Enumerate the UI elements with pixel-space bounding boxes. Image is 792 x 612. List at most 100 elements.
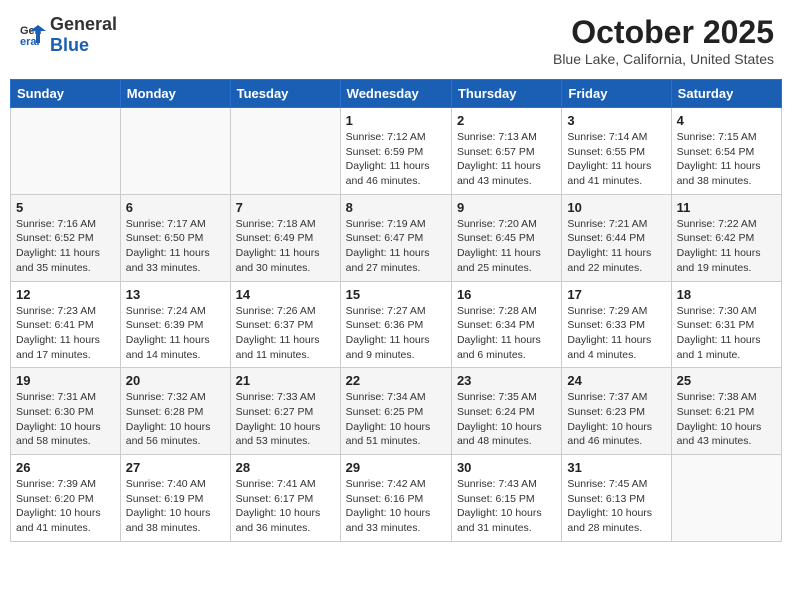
logo: Gen eral General Blue (18, 14, 117, 56)
day-cell: 28 Sunrise: 7:41 AM Sunset: 6:17 PM Dayli… (230, 455, 340, 542)
day-number: 5 (16, 200, 115, 215)
day-cell: 11 Sunrise: 7:22 AM Sunset: 6:42 PM Dayli… (671, 194, 781, 281)
day-info: Sunrise: 7:42 AM Sunset: 6:16 PM Dayligh… (346, 477, 446, 536)
day-info: Sunrise: 7:29 AM Sunset: 6:33 PM Dayligh… (567, 304, 665, 363)
day-cell: 7Sunrise: 7:18 AM Sunset: 6:49 PM Daylig… (230, 194, 340, 281)
week-row-5: 26 Sunrise: 7:39 AM Sunset: 6:20 PM Dayli… (11, 455, 782, 542)
day-number: 18 (677, 287, 776, 302)
weekday-header-saturday: Saturday (671, 80, 781, 108)
title-block: October 2025 Blue Lake, California, Unit… (553, 14, 774, 67)
day-info: Sunrise: 7:27 AM Sunset: 6:36 PM Dayligh… (346, 304, 446, 363)
day-info: Sunrise: 7:30 AM Sunset: 6:31 PM Dayligh… (677, 304, 776, 363)
day-number: 11 (677, 200, 776, 215)
weekday-header-thursday: Thursday (451, 80, 561, 108)
week-row-2: 5 Sunrise: 7:16 AM Sunset: 6:52 PM Daylig… (11, 194, 782, 281)
weekday-header-tuesday: Tuesday (230, 80, 340, 108)
day-number: 15 (346, 287, 446, 302)
day-cell: 13 Sunrise: 7:24 AM Sunset: 6:39 PM Dayli… (120, 281, 230, 368)
day-number: 16 (457, 287, 556, 302)
day-number: 1 (346, 113, 446, 128)
day-cell: 30Sunrise: 7:43 AM Sunset: 6:15 PM Dayli… (451, 455, 561, 542)
location: Blue Lake, California, United States (553, 51, 774, 67)
weekday-header-sunday: Sunday (11, 80, 121, 108)
day-info: Sunrise: 7:41 AM Sunset: 6:17 PM Dayligh… (236, 477, 335, 536)
day-cell: 31Sunrise: 7:45 AM Sunset: 6:13 PM Dayli… (562, 455, 671, 542)
day-number: 31 (567, 460, 665, 475)
day-cell: 10 Sunrise: 7:21 AM Sunset: 6:44 PM Dayli… (562, 194, 671, 281)
day-cell: 17 Sunrise: 7:29 AM Sunset: 6:33 PM Dayli… (562, 281, 671, 368)
day-cell: 22Sunrise: 7:34 AM Sunset: 6:25 PM Dayli… (340, 368, 451, 455)
day-info: Sunrise: 7:16 AM Sunset: 6:52 PM Dayligh… (16, 217, 115, 276)
day-info: Sunrise: 7:26 AM Sunset: 6:37 PM Dayligh… (236, 304, 335, 363)
day-info: Sunrise: 7:24 AM Sunset: 6:39 PM Dayligh… (126, 304, 225, 363)
day-cell (120, 108, 230, 195)
day-number: 25 (677, 373, 776, 388)
day-number: 8 (346, 200, 446, 215)
day-number: 14 (236, 287, 335, 302)
day-cell: 9 Sunrise: 7:20 AM Sunset: 6:45 PM Daylig… (451, 194, 561, 281)
day-cell (11, 108, 121, 195)
day-info: Sunrise: 7:14 AM Sunset: 6:55 PM Dayligh… (567, 130, 665, 189)
day-cell: 15 Sunrise: 7:27 AM Sunset: 6:36 PM Dayli… (340, 281, 451, 368)
week-row-1: 1 Sunrise: 7:12 AM Sunset: 6:59 PM Daylig… (11, 108, 782, 195)
day-info: Sunrise: 7:15 AM Sunset: 6:54 PM Dayligh… (677, 130, 776, 189)
day-info: Sunrise: 7:21 AM Sunset: 6:44 PM Dayligh… (567, 217, 665, 276)
day-cell: 25 Sunrise: 7:38 AM Sunset: 6:21 PM Dayli… (671, 368, 781, 455)
day-number: 7 (236, 200, 335, 215)
day-info: Sunrise: 7:39 AM Sunset: 6:20 PM Dayligh… (16, 477, 115, 536)
week-row-3: 12Sunrise: 7:23 AM Sunset: 6:41 PM Dayli… (11, 281, 782, 368)
day-number: 23 (457, 373, 556, 388)
day-cell: 23Sunrise: 7:35 AM Sunset: 6:24 PM Dayli… (451, 368, 561, 455)
day-info: Sunrise: 7:23 AM Sunset: 6:41 PM Dayligh… (16, 304, 115, 363)
day-info: Sunrise: 7:40 AM Sunset: 6:19 PM Dayligh… (126, 477, 225, 536)
day-info: Sunrise: 7:34 AM Sunset: 6:25 PM Dayligh… (346, 390, 446, 449)
day-info: Sunrise: 7:37 AM Sunset: 6:23 PM Dayligh… (567, 390, 665, 449)
day-info: Sunrise: 7:13 AM Sunset: 6:57 PM Dayligh… (457, 130, 556, 189)
day-cell: 27 Sunrise: 7:40 AM Sunset: 6:19 PM Dayli… (120, 455, 230, 542)
month-title: October 2025 (553, 14, 774, 51)
day-number: 27 (126, 460, 225, 475)
day-cell: 8 Sunrise: 7:19 AM Sunset: 6:47 PM Daylig… (340, 194, 451, 281)
day-number: 9 (457, 200, 556, 215)
calendar-table: SundayMondayTuesdayWednesdayThursdayFrid… (10, 79, 782, 542)
day-info: Sunrise: 7:17 AM Sunset: 6:50 PM Dayligh… (126, 217, 225, 276)
day-info: Sunrise: 7:20 AM Sunset: 6:45 PM Dayligh… (457, 217, 556, 276)
day-cell: 6 Sunrise: 7:17 AM Sunset: 6:50 PM Daylig… (120, 194, 230, 281)
day-cell: 2 Sunrise: 7:13 AM Sunset: 6:57 PM Daylig… (451, 108, 561, 195)
day-number: 26 (16, 460, 115, 475)
day-number: 20 (126, 373, 225, 388)
day-cell: 4 Sunrise: 7:15 AM Sunset: 6:54 PM Daylig… (671, 108, 781, 195)
day-number: 2 (457, 113, 556, 128)
day-info: Sunrise: 7:32 AM Sunset: 6:28 PM Dayligh… (126, 390, 225, 449)
day-cell (230, 108, 340, 195)
day-info: Sunrise: 7:22 AM Sunset: 6:42 PM Dayligh… (677, 217, 776, 276)
day-number: 13 (126, 287, 225, 302)
weekday-header-wednesday: Wednesday (340, 80, 451, 108)
day-cell: 21Sunrise: 7:33 AM Sunset: 6:27 PM Dayli… (230, 368, 340, 455)
day-number: 3 (567, 113, 665, 128)
day-number: 10 (567, 200, 665, 215)
day-cell: 12Sunrise: 7:23 AM Sunset: 6:41 PM Dayli… (11, 281, 121, 368)
day-cell: 29Sunrise: 7:42 AM Sunset: 6:16 PM Dayli… (340, 455, 451, 542)
day-cell: 5 Sunrise: 7:16 AM Sunset: 6:52 PM Daylig… (11, 194, 121, 281)
day-cell: 14 Sunrise: 7:26 AM Sunset: 6:37 PM Dayli… (230, 281, 340, 368)
day-number: 17 (567, 287, 665, 302)
day-info: Sunrise: 7:38 AM Sunset: 6:21 PM Dayligh… (677, 390, 776, 449)
day-number: 28 (236, 460, 335, 475)
page-header: Gen eral General Blue October 2025 Blue … (10, 10, 782, 71)
day-cell: 20 Sunrise: 7:32 AM Sunset: 6:28 PM Dayli… (120, 368, 230, 455)
logo-icon: Gen eral (18, 21, 46, 49)
day-cell: 1 Sunrise: 7:12 AM Sunset: 6:59 PM Daylig… (340, 108, 451, 195)
day-info: Sunrise: 7:12 AM Sunset: 6:59 PM Dayligh… (346, 130, 446, 189)
weekday-header-monday: Monday (120, 80, 230, 108)
day-number: 24 (567, 373, 665, 388)
day-number: 6 (126, 200, 225, 215)
day-info: Sunrise: 7:19 AM Sunset: 6:47 PM Dayligh… (346, 217, 446, 276)
day-cell: 19Sunrise: 7:31 AM Sunset: 6:30 PM Dayli… (11, 368, 121, 455)
weekday-header-row: SundayMondayTuesdayWednesdayThursdayFrid… (11, 80, 782, 108)
day-cell: 3 Sunrise: 7:14 AM Sunset: 6:55 PM Daylig… (562, 108, 671, 195)
day-number: 4 (677, 113, 776, 128)
day-info: Sunrise: 7:31 AM Sunset: 6:30 PM Dayligh… (16, 390, 115, 449)
day-cell: 18 Sunrise: 7:30 AM Sunset: 6:31 PM Dayli… (671, 281, 781, 368)
weekday-header-friday: Friday (562, 80, 671, 108)
